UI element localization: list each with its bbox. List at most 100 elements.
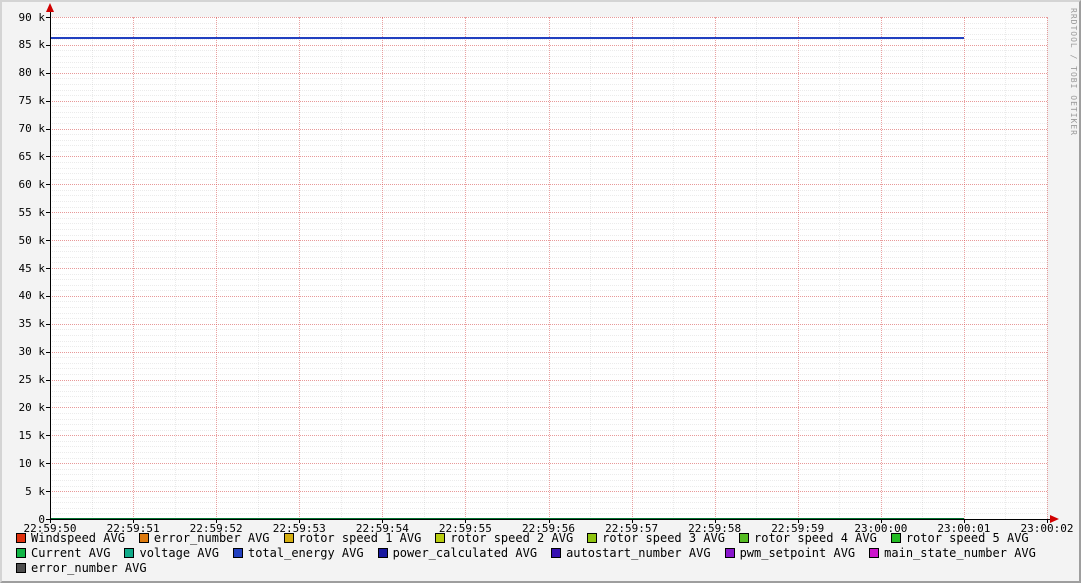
x-axis-tick [382,520,383,523]
legend-item: power_calculated AVG [378,546,538,560]
legend-swatch [16,563,26,573]
y-axis-tick [46,101,50,102]
y-axis-tick [46,184,50,185]
y-axis-tick [46,129,50,130]
x-gridline [549,17,550,519]
legend-swatch [869,548,879,558]
x-minor-gridline [839,17,840,519]
x-axis-label: 22:59:53 [273,522,326,535]
x-minor-gridline [424,17,425,519]
legend-item: autostart_number AVG [551,546,711,560]
y-axis-tick [46,296,50,297]
y-axis-arrow-icon [46,3,54,12]
legend-label: autostart_number AVG [566,546,711,560]
y-axis-label: 5 k [2,485,45,498]
x-gridline [382,17,383,519]
legend-label: total_energy AVG [248,546,364,560]
x-axis-tick [50,520,51,523]
x-axis-label: 23:00:00 [854,522,907,535]
y-axis-label: 50 k [2,234,45,247]
x-minor-gridline [922,17,923,519]
legend-item: total_energy AVG [233,546,364,560]
x-axis-tick [881,520,882,523]
x-minor-gridline [507,17,508,519]
y-axis-line [50,10,51,519]
y-axis-label: 40 k [2,289,45,302]
x-gridline [465,17,466,519]
x-gridline [798,17,799,519]
x-axis-tick [798,520,799,523]
y-axis-tick [46,17,50,18]
rrdtool-watermark: RRDTOOL / TOBI OETIKER [1069,8,1078,136]
y-axis-tick [46,73,50,74]
legend: Windspeed AVGerror_number AVGrotor speed… [16,530,1073,575]
x-axis-tick [715,520,716,523]
x-minor-gridline [92,17,93,519]
x-gridline [216,17,217,519]
legend-swatch [124,548,134,558]
legend-swatch [378,548,388,558]
legend-label: pwm_setpoint AVG [740,546,856,560]
legend-label: main_state_number AVG [884,546,1036,560]
y-axis-tick [46,407,50,408]
x-gridline [1047,17,1048,519]
x-axis-tick [1047,520,1048,523]
y-axis-label: 35 k [2,317,45,330]
y-axis-label: 15 k [2,429,45,442]
y-axis-label: 20 k [2,401,45,414]
y-axis-label: 80 k [2,66,45,79]
x-gridline [133,17,134,519]
series-line [50,37,964,39]
y-axis-label: 45 k [2,262,45,275]
plot-area [50,17,1047,519]
y-axis-tick [46,380,50,381]
y-axis-tick [46,212,50,213]
y-axis-tick [46,435,50,436]
y-axis-label: 70 k [2,122,45,135]
legend-swatch [587,533,597,543]
y-axis-label: 10 k [2,457,45,470]
legend-swatch [233,548,243,558]
y-axis-label: 90 k [2,11,45,24]
x-minor-gridline [673,17,674,519]
x-minor-gridline [1005,17,1006,519]
x-minor-gridline [258,17,259,519]
y-axis-tick [46,352,50,353]
y-axis-tick [46,463,50,464]
x-axis-tick [299,520,300,523]
legend-item: Current AVG [16,546,110,560]
x-axis-label: 22:59:51 [107,522,160,535]
y-axis-label: 30 k [2,345,45,358]
y-axis-label: 65 k [2,150,45,163]
legend-swatch [16,548,26,558]
x-gridline [632,17,633,519]
x-axis-label: 22:59:54 [356,522,409,535]
y-axis-tick [46,156,50,157]
legend-row: error_number AVG [16,560,1073,575]
y-axis-label: 60 k [2,178,45,191]
y-axis-tick [46,240,50,241]
legend-label: Current AVG [31,546,110,560]
x-axis-label: 22:59:55 [439,522,492,535]
y-axis-label: 85 k [2,38,45,51]
x-minor-gridline [341,17,342,519]
x-axis-line [50,519,1051,520]
legend-item: voltage AVG [124,546,218,560]
legend-swatch [551,548,561,558]
legend-item: main_state_number AVG [869,546,1036,560]
x-gridline [299,17,300,519]
legend-item: error_number AVG [16,561,147,575]
y-axis-label: 55 k [2,206,45,219]
y-axis-tick [46,268,50,269]
y-axis-tick [46,324,50,325]
x-gridline [715,17,716,519]
x-axis-label: 23:00:02 [1021,522,1074,535]
x-axis-tick [632,520,633,523]
x-gridline [964,17,965,519]
x-axis-label: 22:59:57 [605,522,658,535]
x-axis-tick [216,520,217,523]
x-minor-gridline [590,17,591,519]
rrd-graph: RRDTOOL / TOBI OETIKER Windspeed AVGerro… [0,0,1081,583]
legend-label: power_calculated AVG [393,546,538,560]
x-axis-label: 22:59:58 [688,522,741,535]
